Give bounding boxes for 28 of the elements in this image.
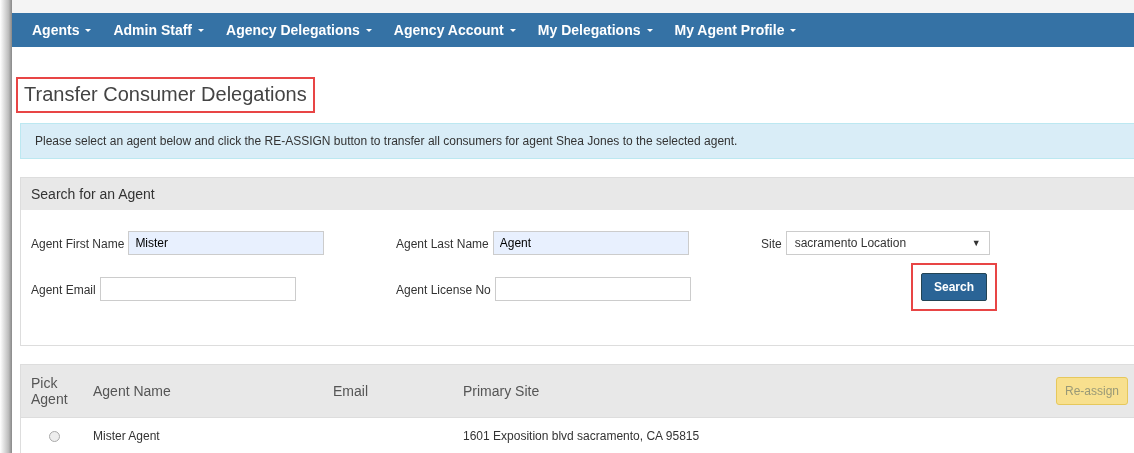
nav-menu-item[interactable]: Agents bbox=[32, 22, 92, 38]
text-field[interactable] bbox=[99, 277, 296, 301]
field-label: Agent License No bbox=[396, 282, 491, 297]
site-dropdown[interactable]: sacramento Location ▼ bbox=[785, 231, 990, 255]
field-label: Agent Last Name bbox=[396, 236, 489, 251]
nav-menu-item[interactable]: Admin Staff bbox=[113, 22, 204, 38]
info-alert: Please select an agent below and click the RE-ASSIGN button to transfer all consumers for agent Shea Jones to the selected agent. bbox=[20, 123, 1134, 159]
nav-menu-item[interactable]: My Delegations bbox=[537, 22, 653, 38]
field-label: Site bbox=[761, 236, 782, 251]
field-label: Agent Email bbox=[31, 282, 96, 297]
nav-menu-item[interactable]: Agency Delegations bbox=[226, 22, 372, 38]
text-field[interactable]: Agent bbox=[492, 231, 689, 255]
table-cell-text: Mister Agent bbox=[93, 429, 161, 443]
column-header: Email bbox=[333, 383, 369, 399]
table-cell-text: 1601 Exposition blvd sacramento, CA 95815 bbox=[463, 429, 701, 443]
page-title: Transfer Consumer Delegations bbox=[16, 77, 315, 113]
text-field[interactable]: Mister bbox=[128, 231, 325, 255]
text-field[interactable] bbox=[494, 277, 691, 301]
nav-menu-item[interactable]: My Agent Profile bbox=[674, 22, 797, 38]
field-label: Agent First Name bbox=[31, 236, 125, 251]
column-header: Agent Name bbox=[93, 383, 172, 399]
column-header: Primary Site bbox=[463, 383, 541, 399]
column-header: Pick Agent bbox=[30, 375, 69, 407]
dropdown-arrow-icon: ▼ bbox=[971, 238, 981, 248]
panel-heading: Search for an Agent bbox=[21, 178, 1134, 210]
radio-button[interactable] bbox=[49, 431, 60, 443]
search-button[interactable]: Search bbox=[921, 273, 988, 301]
nav-menu-item[interactable]: Agency Account bbox=[393, 22, 516, 38]
